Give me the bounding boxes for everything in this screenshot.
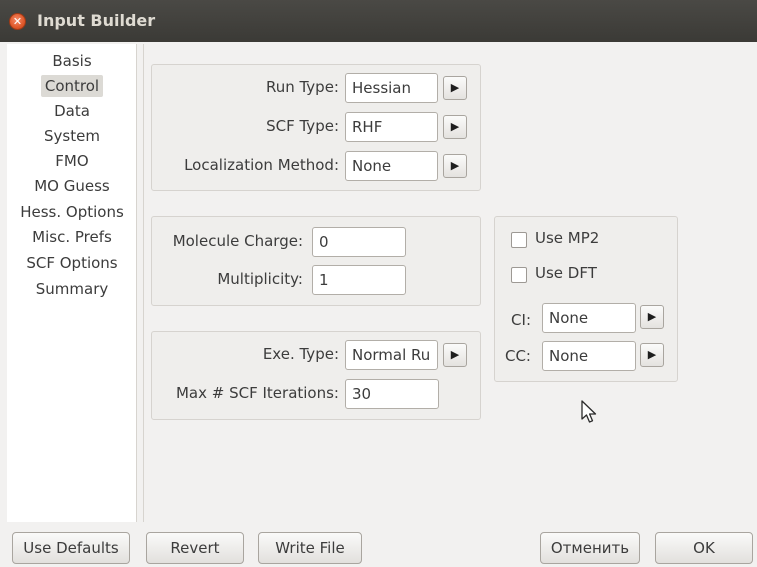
use-mp2-label[interactable]: Use MP2	[535, 229, 599, 247]
cc-combo[interactable]: None	[542, 341, 636, 371]
close-icon[interactable]: ✕	[9, 13, 26, 30]
play-arrow-icon[interactable]: ▶	[443, 343, 467, 367]
button-bar: Use Defaults Revert Write File Отменить …	[0, 522, 757, 567]
sidebar-item-label: Data	[54, 102, 90, 120]
run-type-label: Run Type:	[265, 78, 339, 96]
revert-button[interactable]: Revert	[146, 532, 244, 564]
window-title: Input Builder	[37, 11, 156, 30]
sidebar-item-basis[interactable]: Basis	[7, 49, 137, 73]
sidebar-item-label: MO Guess	[34, 177, 110, 195]
execution-group: Exe. Type: Normal Ru ▶ Max # SCF Iterati…	[151, 331, 481, 420]
sidebar-item-hess-options[interactable]: Hess. Options	[7, 200, 137, 224]
localization-method-combo[interactable]: None	[345, 151, 438, 181]
molecule-charge-field[interactable]: 0	[312, 227, 406, 257]
sidebar-item-label: FMO	[55, 152, 89, 170]
max-scf-iterations-label: Max # SCF Iterations:	[175, 384, 339, 402]
sidebar-item-summary[interactable]: Summary	[7, 277, 137, 301]
play-arrow-icon[interactable]: ▶	[443, 115, 467, 139]
cancel-button[interactable]: Отменить	[540, 532, 640, 564]
sidebar-item-control[interactable]: Control	[7, 74, 137, 98]
sidebar-item-label: Summary	[35, 280, 109, 298]
sidebar-item-misc-prefs[interactable]: Misc. Prefs	[7, 225, 137, 249]
sidebar-item-label: Control	[40, 75, 104, 97]
play-arrow-icon[interactable]: ▶	[443, 154, 467, 178]
ci-combo[interactable]: None	[542, 303, 636, 333]
max-scf-iterations-field[interactable]: 30	[345, 379, 439, 409]
cc-label: CC:	[504, 347, 531, 365]
mouse-pointer-icon	[581, 400, 597, 423]
sidebar-item-system[interactable]: System	[7, 124, 137, 148]
charge-group: Molecule Charge: 0 Multiplicity: 1	[151, 216, 481, 306]
sidebar-item-label: System	[44, 127, 100, 145]
play-arrow-icon[interactable]: ▶	[640, 305, 664, 329]
ok-button[interactable]: OK	[655, 532, 753, 564]
sidebar-item-label: Misc. Prefs	[32, 228, 112, 246]
method-group: Use MP2 Use DFT CI: None ▶ CC: None ▶	[494, 216, 678, 382]
sidebar: Basis Control Data System FMO MO Guess H…	[7, 44, 137, 522]
localization-method-label: Localization Method:	[184, 156, 339, 174]
use-mp2-checkbox[interactable]	[511, 232, 527, 248]
sidebar-item-label: Basis	[52, 52, 92, 70]
exe-type-combo[interactable]: Normal Ru	[345, 340, 438, 370]
write-file-button[interactable]: Write File	[258, 532, 362, 564]
play-arrow-icon[interactable]: ▶	[443, 76, 467, 100]
use-defaults-button[interactable]: Use Defaults	[12, 532, 130, 564]
molecule-charge-label: Molecule Charge:	[172, 232, 303, 250]
input-builder-window: ✕ Input Builder Basis Control Data Syste…	[0, 0, 757, 567]
sidebar-item-mo-guess[interactable]: MO Guess	[7, 174, 137, 198]
scf-type-combo[interactable]: RHF	[345, 112, 438, 142]
run-type-combo[interactable]: Hessian	[345, 73, 438, 103]
sidebar-item-scf-options[interactable]: SCF Options	[7, 251, 137, 275]
control-panel: Run Type: Hessian ▶ SCF Type: RHF ▶ Loca…	[143, 44, 757, 522]
exe-type-label: Exe. Type:	[262, 345, 339, 363]
use-dft-checkbox[interactable]	[511, 267, 527, 283]
sidebar-item-data[interactable]: Data	[7, 99, 137, 123]
run-options-group: Run Type: Hessian ▶ SCF Type: RHF ▶ Loca…	[151, 64, 481, 191]
play-arrow-icon[interactable]: ▶	[640, 343, 664, 367]
use-dft-label[interactable]: Use DFT	[535, 264, 597, 282]
sidebar-item-fmo[interactable]: FMO	[7, 149, 137, 173]
ci-label: CI:	[511, 311, 531, 329]
sidebar-item-label: SCF Options	[26, 254, 118, 272]
multiplicity-field[interactable]: 1	[312, 265, 406, 295]
multiplicity-label: Multiplicity:	[217, 270, 303, 288]
scf-type-label: SCF Type:	[266, 117, 339, 135]
sidebar-item-label: Hess. Options	[20, 203, 124, 221]
title-bar: ✕ Input Builder	[0, 0, 757, 42]
